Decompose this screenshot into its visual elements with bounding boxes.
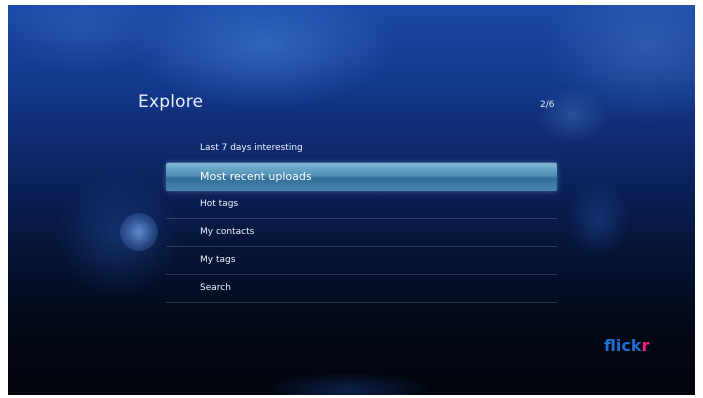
- menu-item-most-recent-uploads[interactable]: Most recent uploads: [166, 163, 557, 191]
- menu-item-my-tags[interactable]: My tags: [166, 247, 557, 275]
- menu-item-last-7-days-interesting[interactable]: Last 7 days interesting: [166, 135, 557, 163]
- menu-item-search[interactable]: Search: [166, 275, 557, 303]
- flickr-logo-accent-text: r: [641, 336, 650, 355]
- page-title: Explore: [138, 92, 204, 112]
- page-indicator: 2/6: [540, 100, 555, 110]
- media-player-screen: Explore 2/6 Last 7 days interesting Most…: [8, 5, 695, 395]
- menu-item-hot-tags[interactable]: Hot tags: [166, 191, 557, 219]
- bokeh-light-decoration: [120, 213, 158, 251]
- flickr-logo-main-text: flick: [604, 336, 642, 355]
- flickr-logo: flickr: [604, 336, 649, 355]
- explore-menu: Last 7 days interesting Most recent uplo…: [166, 135, 557, 303]
- menu-item-my-contacts[interactable]: My contacts: [166, 219, 557, 247]
